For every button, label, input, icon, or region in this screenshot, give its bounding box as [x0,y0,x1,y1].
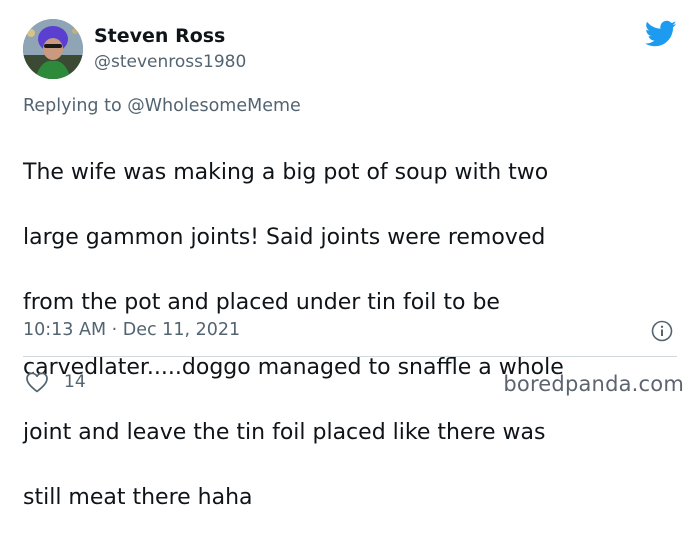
like-count: 14 [64,372,86,392]
avatar-photo [23,19,83,79]
author-name[interactable]: Steven Ross [94,25,225,47]
info-icon[interactable] [651,320,673,342]
tweet-line: from the pot and placed under tin foil t… [23,289,500,315]
author-handle[interactable]: @stevenross1980 [94,52,246,72]
tweet-line: joint and leave the tin foil placed like… [23,419,546,445]
tweet-line: large gammon joints! Said joints were re… [23,224,546,250]
tweet-line: still meat there haha [23,484,253,510]
reply-context: Replying to @WholesomeMeme [23,96,301,116]
reply-prefix: Replying to [23,96,122,116]
watermark: boredpanda.com [503,372,684,396]
reply-target-link[interactable]: @WholesomeMeme [127,96,301,116]
heart-icon[interactable] [25,371,49,393]
avatar[interactable] [23,19,83,79]
timestamp-link[interactable]: 10:13 AM · Dec 11, 2021 [23,320,240,340]
tweet-line: The wife was making a big pot of soup wi… [23,159,549,185]
twitter-bird-icon[interactable] [645,20,677,48]
divider [23,356,677,357]
